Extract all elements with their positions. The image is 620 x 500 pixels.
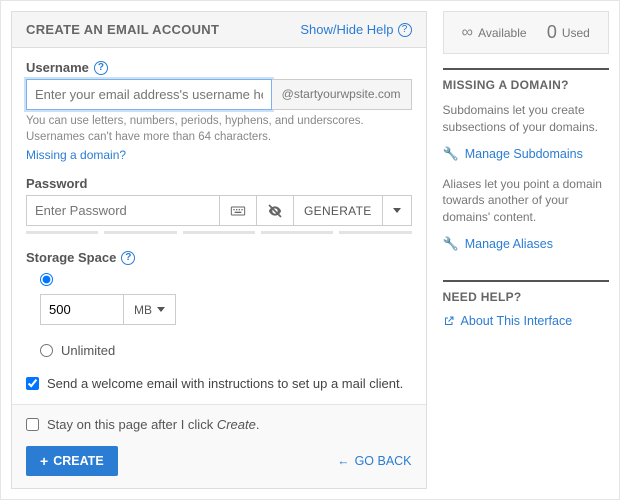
external-link-icon	[443, 315, 455, 327]
missing-domain-section: MISSING A DOMAIN? Subdomains let you cre…	[443, 68, 609, 266]
keyboard-icon	[230, 203, 246, 219]
welcome-email-row[interactable]: Send a welcome email with instructions t…	[26, 376, 412, 391]
stay-on-page-row[interactable]: Stay on this page after I click Create.	[26, 417, 412, 432]
generate-dropdown-button[interactable]	[383, 195, 412, 226]
create-email-card: CREATE AN EMAIL ACCOUNT Show/Hide Help ?…	[11, 11, 427, 489]
password-input[interactable]	[26, 195, 220, 226]
show-hide-help-link[interactable]: Show/Hide Help ?	[300, 22, 411, 37]
card-header: CREATE AN EMAIL ACCOUNT Show/Hide Help ?	[12, 12, 426, 48]
wrench-icon: 🔧	[443, 236, 459, 252]
storage-label: Storage Space ?	[26, 250, 412, 265]
create-button[interactable]: + CREATE	[26, 446, 118, 476]
go-back-link[interactable]: ← GO BACK	[337, 454, 411, 468]
eye-off-icon	[267, 203, 283, 219]
section-title: MISSING A DOMAIN?	[443, 68, 609, 92]
stat-available: ∞ Available	[462, 24, 527, 42]
sidebar: ∞ Available 0 Used MISSING A DOMAIN? Sub…	[443, 11, 609, 489]
password-row: GENERATE	[26, 195, 412, 226]
username-input[interactable]	[26, 79, 272, 110]
username-label: Username ?	[26, 60, 412, 75]
arrow-left-icon: ←	[337, 454, 350, 468]
need-help-section: NEED HELP? About This Interface	[443, 280, 609, 342]
help-icon[interactable]: ?	[94, 61, 108, 75]
storage-custom-radio[interactable]	[40, 273, 53, 286]
page-root: CREATE AN EMAIL ACCOUNT Show/Hide Help ?…	[0, 0, 620, 500]
help-icon[interactable]: ?	[121, 251, 135, 265]
domain-addon: @startyourwpsite.com	[272, 79, 412, 110]
stat-used: 0 Used	[547, 22, 590, 43]
manage-subdomains-link[interactable]: 🔧 Manage Subdomains	[443, 146, 609, 162]
plus-icon: +	[40, 454, 48, 468]
button-row: + CREATE ← GO BACK	[26, 446, 412, 476]
chevron-down-icon	[393, 208, 401, 213]
help-icon: ?	[398, 23, 412, 37]
storage-section: Storage Space ? MB Unlimited	[26, 250, 412, 391]
storage-custom-option[interactable]	[40, 273, 412, 286]
section-title: NEED HELP?	[443, 280, 609, 304]
chevron-down-icon	[157, 307, 165, 312]
password-keyboard-button[interactable]	[220, 195, 257, 226]
storage-unlimited-option[interactable]: Unlimited	[40, 343, 412, 358]
about-interface-link[interactable]: About This Interface	[443, 314, 609, 328]
infinity-icon: ∞	[462, 24, 473, 42]
password-reveal-button[interactable]	[257, 195, 294, 226]
username-row: @startyourwpsite.com	[26, 79, 412, 110]
username-hint: You can use letters, numbers, periods, h…	[26, 114, 412, 145]
password-strength-meter	[26, 231, 412, 234]
storage-unlimited-radio[interactable]	[40, 344, 53, 357]
stay-on-page-checkbox[interactable]	[26, 418, 39, 431]
stats-box: ∞ Available 0 Used	[443, 11, 609, 54]
password-label: Password	[26, 176, 412, 191]
card-title: CREATE AN EMAIL ACCOUNT	[26, 22, 219, 37]
wrench-icon: 🔧	[443, 146, 459, 162]
generate-password-button[interactable]: GENERATE	[294, 195, 383, 226]
storage-unit-select[interactable]: MB	[124, 294, 176, 325]
storage-size-row: MB	[40, 294, 412, 325]
storage-size-input[interactable]	[40, 294, 124, 325]
card-body: Username ? @startyourwpsite.com You can …	[12, 48, 426, 404]
missing-domain-link[interactable]: Missing a domain?	[26, 148, 126, 162]
card-footer: Stay on this page after I click Create. …	[12, 404, 426, 488]
welcome-email-checkbox[interactable]	[26, 377, 39, 390]
manage-aliases-link[interactable]: 🔧 Manage Aliases	[443, 236, 609, 252]
